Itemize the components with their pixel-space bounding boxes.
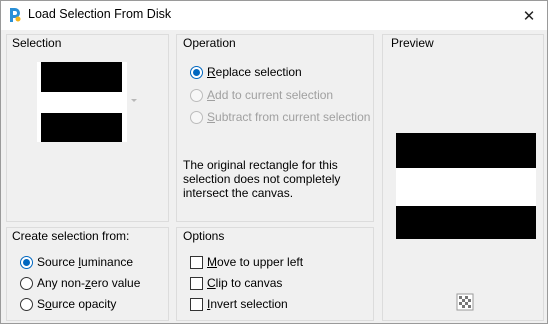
checkbox-label: Clip to canvas (207, 276, 283, 290)
checkbox-move-to-upper-left[interactable]: Move to upper left (190, 254, 303, 270)
radio-button[interactable] (190, 65, 203, 79)
radio-label: Any non-zero value (37, 276, 141, 290)
preview-group-title: Preview (391, 36, 434, 50)
create-from-group-title: Create selection from: (12, 229, 130, 243)
checkbox-invert-selection[interactable]: Invert selection (190, 296, 288, 312)
operation-group-title: Operation (183, 36, 236, 50)
checkbox[interactable] (190, 255, 203, 269)
thumbnail-black-bar-top (41, 62, 122, 92)
close-button[interactable]: ✕ (511, 1, 547, 30)
radio-label: Source luminance (37, 255, 134, 269)
selection-group-title: Selection (12, 36, 62, 50)
radio-button[interactable] (20, 255, 33, 269)
radio-button[interactable] (190, 88, 203, 102)
options-group-title: Options (183, 229, 225, 243)
radio-add-to-selection[interactable]: Add to current selection (190, 87, 333, 103)
preview-image (396, 133, 536, 239)
checkbox-clip-to-canvas[interactable]: Clip to canvas (190, 275, 282, 291)
radio-button[interactable] (20, 276, 33, 290)
radio-replace-selection[interactable]: Replace selection (190, 64, 302, 80)
radio-source-opacity[interactable]: Source opacity (20, 296, 116, 312)
radio-label: Replace selection (207, 65, 302, 79)
checkerboard-zoom-icon[interactable] (456, 293, 474, 311)
checkbox-label: Move to upper left (207, 255, 304, 269)
selection-thumbnail-dropdown[interactable] (37, 62, 127, 142)
radio-button[interactable] (20, 297, 33, 311)
preview-black-bar-top (396, 133, 536, 168)
dialog-window: Load Selection From Disk ✕ Selection Ope… (0, 0, 548, 324)
preview-black-bar-bottom (396, 206, 536, 239)
operation-note: The original rectangle for this selectio… (183, 158, 341, 200)
radio-label: Source opacity (37, 297, 117, 311)
window-title: Load Selection From Disk (28, 7, 172, 21)
radio-source-luminance[interactable]: Source luminance (20, 254, 133, 270)
title-bar: Load Selection From Disk ✕ (1, 1, 547, 30)
radio-label: Add to current selection (207, 88, 334, 102)
radio-label: Subtract from current selection (207, 110, 371, 124)
radio-subtract-from-selection[interactable]: Subtract from current selection (190, 109, 370, 125)
radio-any-non-zero-value[interactable]: Any non-zero value (20, 275, 140, 291)
checkbox-label: Invert selection (207, 297, 288, 311)
close-icon: ✕ (522, 7, 536, 25)
paintshop-pro-icon (10, 8, 21, 22)
checkbox[interactable] (190, 276, 203, 290)
chevron-down-icon[interactable] (131, 99, 137, 102)
thumbnail-black-bar-bottom (41, 113, 122, 142)
radio-button[interactable] (190, 110, 203, 124)
checkbox[interactable] (190, 297, 203, 311)
